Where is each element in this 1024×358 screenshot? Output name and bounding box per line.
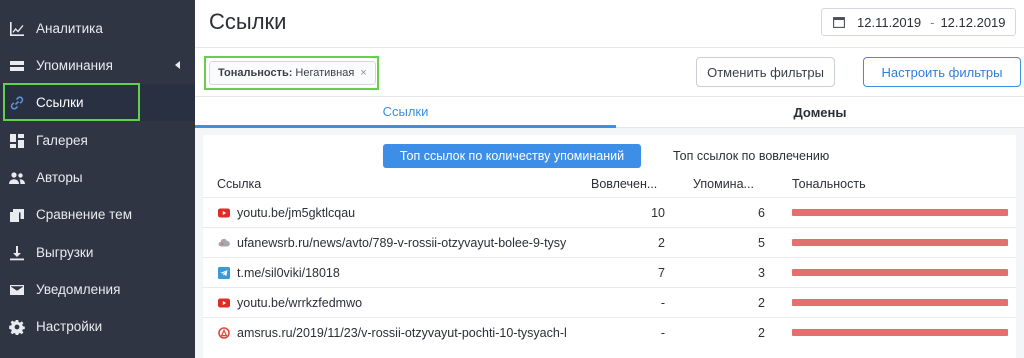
list-icon	[9, 58, 25, 74]
row-url[interactable]: youtu.be/jm5gktlcqau	[237, 206, 579, 220]
tab-domains[interactable]: Домены	[616, 97, 1024, 128]
row-mentions: 5	[758, 236, 765, 250]
tonality-bar	[792, 239, 1008, 246]
filter-chip-value: Негативная	[295, 67, 355, 79]
sidebar-item-links[interactable]: Ссылки	[0, 84, 195, 121]
row-url[interactable]: youtu.be/wrrkzfedmwo	[237, 296, 579, 310]
row-engagement: -	[660, 326, 665, 340]
tonality-bar	[792, 269, 1008, 276]
sidebar-item-authors[interactable]: Авторы	[0, 159, 195, 196]
date-range-picker[interactable]: 12.11.2019 - 12.12.2019	[821, 8, 1016, 36]
row-mentions: 6	[758, 206, 765, 220]
row-engagement: -	[660, 296, 665, 310]
table-row[interactable]: amsrus.ru/2019/11/23/v-rossii-otzyvayut-…	[203, 317, 1016, 347]
filter-chip-tonality[interactable]: Тональность: Негативная ×	[209, 61, 376, 85]
row-engagement: 10	[651, 206, 665, 220]
sidebar-item-compare-topics[interactable]: Сравнение тем	[0, 196, 195, 233]
sidebar-item-label: Авторы	[36, 170, 83, 185]
page-header: Ссылки 12.11.2019 - 12.12.2019	[195, 0, 1024, 48]
tonality-bar-negative	[792, 329, 1008, 336]
sidebar-item-label: Выгрузки	[36, 245, 94, 260]
table-row[interactable]: youtu.be/jm5gktlcqau 10 6	[203, 197, 1016, 227]
caret-left-icon[interactable]	[175, 61, 180, 69]
row-engagement: 7	[658, 266, 665, 280]
links-panel: Топ ссылок по количеству упоминаний Топ …	[203, 135, 1016, 358]
column-header-mentions[interactable]: Упомина...	[693, 177, 754, 191]
sidebar-item-label: Аналитика	[36, 21, 103, 36]
sidebar-item-label: Упоминания	[36, 58, 113, 73]
table-row[interactable]: youtu.be/wrrkzfedmwo - 2	[203, 287, 1016, 317]
row-mentions: 2	[758, 296, 765, 310]
table-row[interactable]: t.me/sil0viki/18018 7 3	[203, 257, 1016, 287]
segment-top-by-engagement[interactable]: Топ ссылок по вовлечению	[673, 144, 829, 168]
date-separator: -	[930, 14, 935, 30]
sidebar-item-label: Сравнение тем	[36, 207, 132, 222]
chart-icon	[9, 21, 25, 37]
row-mentions: 3	[758, 266, 765, 280]
reset-filters-button[interactable]: Отменить фильтры	[696, 57, 835, 87]
close-icon[interactable]: ×	[360, 67, 366, 79]
sidebar-item-label: Галерея	[36, 133, 88, 148]
page-title: Ссылки	[209, 9, 287, 34]
sidebar-item-notifications[interactable]: Уведомления	[0, 271, 195, 308]
link-icon	[9, 95, 25, 111]
filter-chip-key: Тональность:	[218, 67, 293, 79]
youtube-icon	[218, 297, 230, 309]
date-from: 12.11.2019	[857, 14, 922, 30]
sidebar-item-label: Уведомления	[36, 282, 121, 297]
row-engagement: 2	[658, 236, 665, 250]
tonality-bar	[792, 209, 1008, 216]
compare-icon	[9, 207, 25, 223]
sidebar-item-analytics[interactable]: Аналитика	[0, 10, 195, 47]
tab-links[interactable]: Ссылки	[195, 97, 616, 128]
tab-bar: Ссылки Домены	[195, 96, 1024, 128]
site-icon	[218, 327, 230, 339]
row-url[interactable]: ufanewsrb.ru/news/avto/789-v-rossii-otzy…	[237, 236, 579, 250]
sidebar-item-mentions[interactable]: Упоминания	[0, 47, 195, 84]
date-to: 12.12.2019	[940, 14, 1006, 30]
column-header-tonality[interactable]: Тональность	[792, 177, 866, 191]
row-url[interactable]: amsrus.ru/2019/11/23/v-rossii-otzyvayut-…	[237, 326, 579, 340]
configure-filters-button[interactable]: Настроить фильтры	[863, 57, 1021, 87]
sidebar: Аналитика Упоминания Ссылки Галерея Авто…	[0, 0, 195, 358]
download-icon	[9, 245, 25, 261]
table-row[interactable]: ufanewsrb.ru/news/avto/789-v-rossii-otzy…	[203, 227, 1016, 257]
telegram-icon	[218, 267, 230, 279]
mail-icon	[9, 282, 25, 298]
filter-bar: Тональность: Негативная × Отменить фильт…	[195, 48, 1024, 96]
tonality-bar-negative	[792, 239, 1008, 246]
column-header-link[interactable]: Ссылка	[217, 177, 261, 191]
sidebar-item-settings[interactable]: Настройки	[0, 308, 195, 345]
cloud-icon	[218, 237, 230, 249]
youtube-icon	[218, 207, 230, 219]
calendar-icon	[833, 17, 845, 28]
column-header-engagement[interactable]: Вовлечен...	[591, 177, 657, 191]
sidebar-item-gallery[interactable]: Галерея	[0, 122, 195, 159]
segment-top-by-mentions[interactable]: Топ ссылок по количеству упоминаний	[383, 144, 641, 168]
people-icon	[9, 170, 25, 186]
tonality-bar-negative	[792, 209, 1008, 216]
tonality-bar-negative	[792, 269, 1008, 276]
row-url[interactable]: t.me/sil0viki/18018	[237, 266, 579, 280]
tonality-bar	[792, 329, 1008, 336]
tonality-bar	[792, 299, 1008, 306]
row-mentions: 2	[758, 326, 765, 340]
gear-icon	[9, 319, 25, 335]
sidebar-item-exports[interactable]: Выгрузки	[0, 234, 195, 271]
tonality-bar-negative	[792, 299, 1008, 306]
gallery-icon	[9, 133, 25, 149]
sidebar-item-label: Ссылки	[36, 95, 84, 110]
sidebar-item-label: Настройки	[36, 319, 103, 334]
